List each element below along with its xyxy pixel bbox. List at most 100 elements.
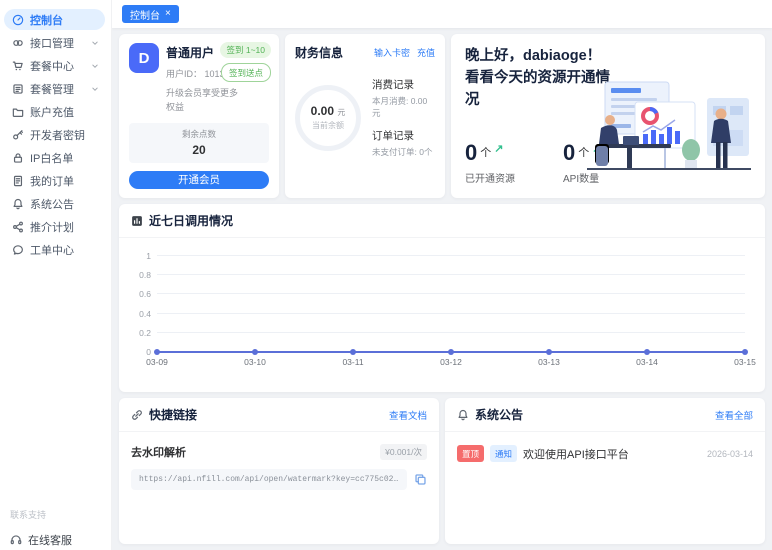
sidebar-item-lock[interactable]: IP白名单	[4, 147, 105, 168]
data-point[interactable]	[644, 349, 650, 355]
consume-title: 消费记录	[372, 77, 435, 92]
order-title: 订单记录	[372, 128, 435, 143]
data-point[interactable]	[448, 349, 454, 355]
announcements-card: 系统公告 查看全部 置顶通知欢迎使用API接口平台2026-03-14	[445, 398, 765, 544]
gridline: 1	[157, 255, 745, 256]
x-tick-label: 03-15	[734, 357, 756, 367]
announcement-title[interactable]: 欢迎使用API接口平台	[523, 446, 629, 462]
balance-value: 0.00	[311, 104, 334, 118]
line-chart: 10.80.60.40.2003-0903-1003-1103-1203-130…	[131, 256, 751, 376]
sidebar-item-label: 套餐中心	[30, 58, 74, 74]
sidebar-item-key[interactable]: 开发者密钥	[4, 124, 105, 145]
x-tick-label: 03-12	[440, 357, 462, 367]
card-key-link[interactable]: 输入卡密	[374, 46, 410, 59]
stat-label: 已开通资源	[465, 170, 515, 185]
sidebar-item-api[interactable]: 接口管理	[4, 32, 105, 53]
pinned-badge: 置顶	[457, 445, 484, 462]
data-point[interactable]	[154, 349, 160, 355]
sidebar-item-package[interactable]: 套餐管理	[4, 78, 105, 99]
notice-badge: 通知	[490, 445, 517, 462]
order-detail: 未支付订单: 0个	[372, 146, 435, 158]
stat-value: 0	[465, 140, 477, 166]
announcement-row: 置顶通知欢迎使用API接口平台 2026-03-14	[445, 432, 765, 475]
top-cards-row: D 普通用户 用户ID： 1013 签到 1~10 签到送点 升级会员享受更多权…	[119, 34, 765, 198]
quick-links-card: 快捷链接 查看文档 去水印解析 ¥0.001/次 https://api.nfill…	[119, 398, 439, 544]
user-card: D 普通用户 用户ID： 1013 签到 1~10 签到送点 升级会员享受更多权…	[119, 34, 279, 198]
sidebar: 控制台接口管理套餐中心套餐管理账户充值开发者密钥 IP白名单我的订单系统公告推介计…	[0, 0, 112, 550]
chat-icon	[12, 244, 24, 256]
announcement-date: 2026-03-14	[707, 449, 753, 459]
sidebar-item-share[interactable]: 推介计划	[4, 216, 105, 237]
api-url-field[interactable]: https://api.nfill.com/api/open/watermark…	[131, 469, 407, 490]
tab-close-icon[interactable]: ×	[165, 9, 171, 19]
sidebar-item-chat[interactable]: 工单中心	[4, 239, 105, 260]
user-id: 用户ID： 1013	[166, 67, 225, 80]
quick-links-title: 快捷链接	[149, 406, 197, 423]
tab-dashboard[interactable]: 控制台 ×	[122, 5, 179, 23]
sidebar-item-order[interactable]: 我的订单	[4, 170, 105, 191]
sidebar-item-cart[interactable]: 套餐中心	[4, 55, 105, 76]
trend-up-icon: ↗	[494, 142, 503, 155]
y-tick-label: 0	[146, 347, 151, 357]
view-all-link[interactable]: 查看全部	[715, 408, 753, 422]
x-tick-label: 03-10	[244, 357, 266, 367]
avatar: D	[129, 43, 159, 73]
stat-unit: 个	[480, 144, 491, 160]
online-service-button[interactable]: 在线客服	[10, 532, 110, 550]
data-point[interactable]	[742, 349, 748, 355]
stat-value: 0	[563, 140, 575, 166]
sidebar-menu: 控制台接口管理套餐中心套餐管理账户充值开发者密钥 IP白名单我的订单系统公告推介计…	[0, 0, 111, 260]
team-illustration	[583, 68, 761, 196]
chevron-down-icon	[90, 84, 100, 94]
sidebar-item-dashboard[interactable]: 控制台	[4, 9, 105, 30]
link-icon	[131, 409, 143, 421]
finance-card: 财务信息 输入卡密 充值 0.00 元 当前余额 消费记录 本月消费: 0.00…	[285, 34, 445, 198]
open-vip-button[interactable]: 开通会员	[129, 171, 269, 189]
y-tick-label: 1	[146, 251, 151, 261]
greeting-card: 晚上好，dabiaoge！看看今天的资源开通情况 0个↗已开通资源0个↗API数…	[451, 34, 765, 198]
y-tick-label: 0.4	[139, 309, 151, 319]
sidebar-footer: 联系支持 在线客服	[10, 508, 110, 550]
api-icon	[12, 37, 24, 49]
announcements-list: 置顶通知欢迎使用API接口平台 2026-03-14	[445, 432, 765, 475]
bell-icon	[457, 409, 469, 421]
sidebar-item-label: 系统公告	[30, 196, 74, 212]
online-service-label: 在线客服	[28, 532, 72, 548]
gridline: 0.2	[157, 332, 745, 333]
checkin-button[interactable]: 签到送点	[221, 63, 271, 82]
consume-detail: 本月消费: 0.00元	[372, 95, 435, 119]
points-box: 剩余点数 20	[129, 123, 269, 163]
view-docs-link[interactable]: 查看文档	[389, 408, 427, 422]
chevron-down-icon	[90, 61, 100, 71]
chevron-down-icon	[90, 38, 100, 48]
x-tick-label: 03-11	[342, 357, 363, 367]
balance-unit: 元	[337, 108, 345, 117]
quick-link-item: 去水印解析 ¥0.001/次 https://api.nfill.com/api/o…	[119, 432, 439, 502]
points-label: 剩余点数	[129, 128, 269, 140]
balance-circle: 0.00 元 当前余额	[295, 85, 361, 151]
gridline: 0.4	[157, 313, 745, 314]
sidebar-item-label: 控制台	[30, 12, 63, 28]
copy-icon[interactable]	[414, 473, 427, 486]
x-tick-label: 03-09	[146, 357, 168, 367]
key-icon	[12, 129, 24, 141]
data-point[interactable]	[252, 349, 258, 355]
recharge-link[interactable]: 充值	[417, 46, 435, 59]
points-value: 20	[129, 143, 269, 157]
data-point[interactable]	[546, 349, 552, 355]
price-badge: ¥0.001/次	[380, 444, 427, 460]
sidebar-item-bell[interactable]: 系统公告	[4, 193, 105, 214]
sidebar-item-folder[interactable]: 账户充值	[4, 101, 105, 122]
x-tick-label: 03-14	[636, 357, 658, 367]
folder-icon	[12, 106, 24, 118]
checkin-range-badge: 签到 1~10	[220, 42, 271, 58]
chart-title: 近七日调用情况	[149, 212, 233, 229]
bar-chart-icon	[131, 215, 143, 227]
sidebar-item-label: IP白名单	[30, 150, 73, 166]
sidebar-item-label: 工单中心	[30, 242, 74, 258]
api-name: 去水印解析	[131, 444, 186, 460]
sidebar-item-label: 接口管理	[30, 35, 74, 51]
tab-label: 控制台	[130, 7, 160, 22]
data-point[interactable]	[350, 349, 356, 355]
user-name: 普通用户	[166, 44, 225, 61]
